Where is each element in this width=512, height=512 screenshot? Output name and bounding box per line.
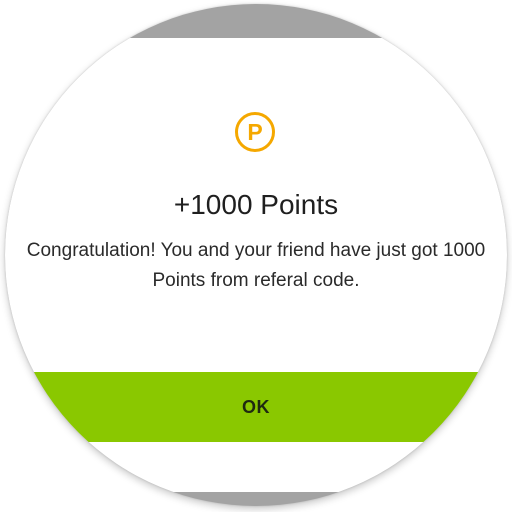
ok-button[interactable]: OK: [5, 372, 507, 442]
below-dialog-area: [5, 442, 507, 492]
points-reward-dialog: P +1000 Points Congratulation! You and y…: [5, 38, 507, 442]
dialog-title: +1000 Points: [173, 189, 339, 220]
points-coin-icon: P: [235, 112, 275, 152]
coin-letter: P: [247, 118, 263, 145]
screen: P +1000 Points Congratulation! You and y…: [0, 0, 512, 512]
magnifier-view: P +1000 Points Congratulation! You and y…: [5, 4, 507, 506]
dialog-message: Congratulation! You and your friend have…: [26, 240, 486, 291]
ok-button-label: OK: [242, 396, 270, 417]
